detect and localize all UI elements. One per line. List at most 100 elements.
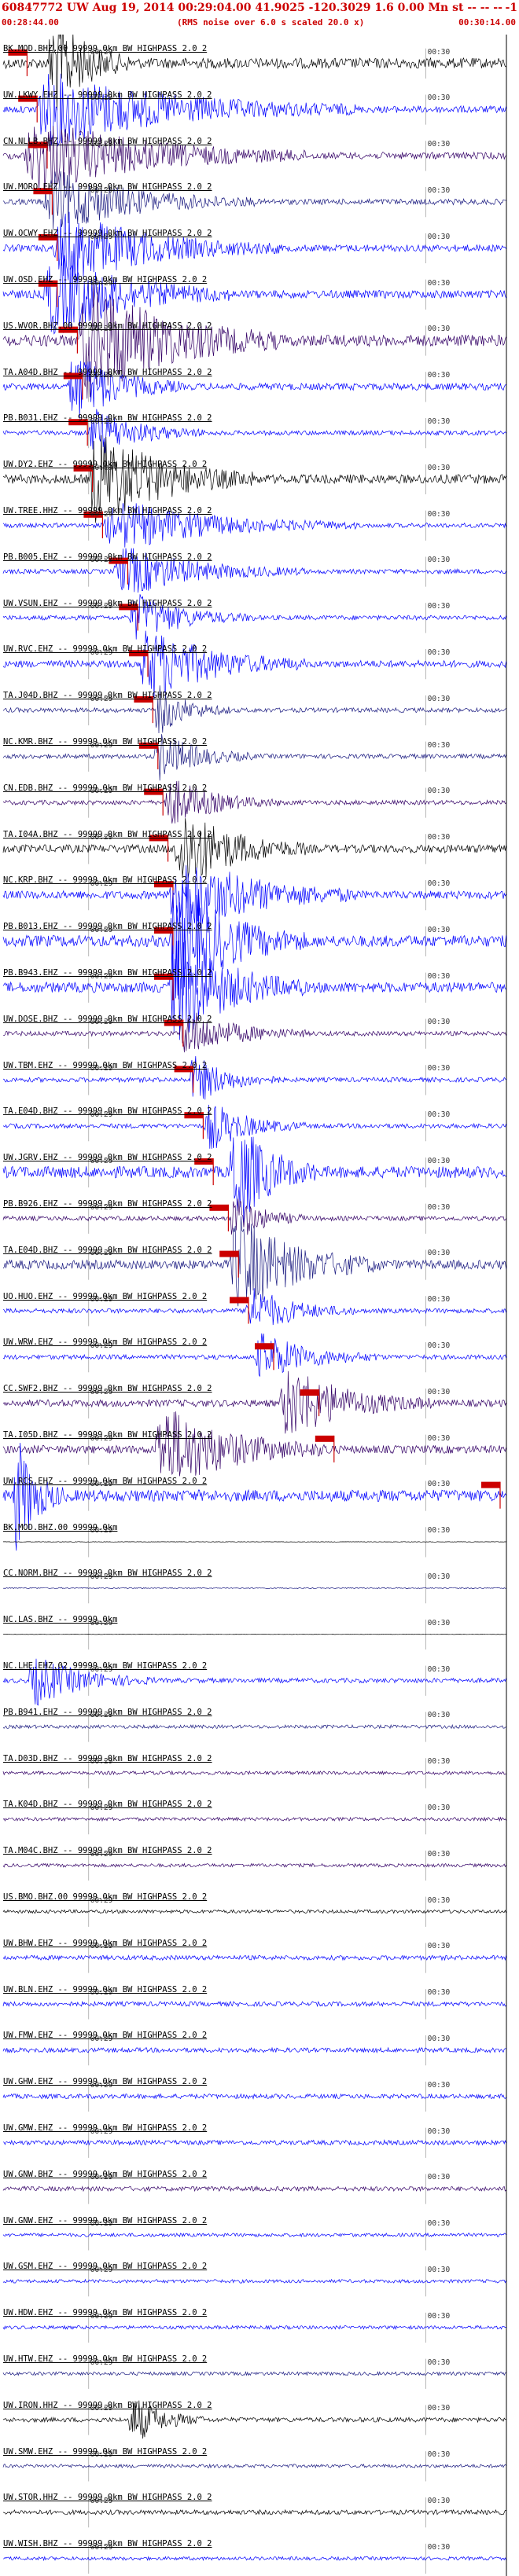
trace-label: BK.MOD.BHZ.00 99999.0km BW HIGHPASS 2.0 … [3,43,208,53]
trace-label: UW.RVC.EHZ -- 99999.0km BW HIGHPASS 2.0 … [3,644,208,655]
trace-label: UW.WISH.BHZ -- 99999.0km BW HIGHPASS 2.0… [3,2539,212,2549]
tick-label-00-30: 00:30 [427,1988,451,1998]
trace-label: UW.HDW.EHZ -- 99999.0km BW HIGHPASS 2.0 … [3,2308,208,2318]
waveform-trace [2,1634,506,1635]
trace-label: TA.E04D.BHZ -- 99999.0km BW HIGHPASS 2.0… [3,1106,212,1117]
tick-label-00-30: 00:30 [427,2542,451,2552]
tick-label-00-30: 00:30 [427,463,451,472]
trace-label: TA.M04C.BHZ -- 99999.0km BW HIGHPASS 2.0… [3,1846,212,1856]
waveform-trace [2,886,506,1000]
trace-label: UW.STOR.HHZ -- 99999.0km BW HIGHPASS 2.0… [3,2493,212,2503]
trace-label: UW.GNW.BHZ -- 99999.0km BW HIGHPASS 2.0 … [3,2169,208,2179]
waveform-trace [2,2371,506,2376]
tick-label-00-30: 00:30 [427,325,451,334]
tick-label-00-30: 00:30 [427,1064,451,1073]
waveform-trace [2,2232,506,2238]
waveform-trace [2,1411,506,1477]
trace-label: PB.B941.EHZ -- 99999.0km BW HIGHPASS 2.0… [3,1707,212,1717]
waveform-trace [2,1371,506,1434]
event-title: 60847772 UW Aug 19, 2014 00:29:04.00 41.… [2,2,502,14]
waveform-trace [2,2508,506,2515]
tick-label-00-30: 00:30 [427,879,451,889]
trace-label: UW.HTW.EHZ -- 99999.0km BW HIGHPASS 2.0 … [3,2354,208,2364]
tick-label-00-30: 00:30 [427,2173,451,2182]
tick-label-00-30: 00:30 [427,1757,451,1767]
waveform-trace [2,1770,506,1776]
tick-label-00-30: 00:30 [427,232,451,241]
trace-label: BK.MOD.BHZ.00 99999.0km [3,1522,118,1532]
tick-label-00-30: 00:30 [427,2266,451,2275]
waveform-trace [2,171,506,229]
waveform-trace [2,278,506,399]
phase-pick-marker [209,1204,229,1211]
trace-label: CN.NLLB.BHZ -- 99999.0km BW HIGHPASS 2.0… [3,136,212,146]
tick-label-00-30: 00:30 [427,1804,451,1813]
trace-label: UW.GHW.EHZ -- 99999.0km BW HIGHPASS 2.0 … [3,2077,208,2087]
trace-label: UW.BHW.EHZ -- 99999.0km BW HIGHPASS 2.0 … [3,1938,208,1948]
tick-label-00-30: 00:30 [427,1110,451,1120]
trace-label: TA.A04D.BHZ -- 99999.0km BW HIGHPASS 2.0… [3,367,212,377]
trace-label: UW.SMW.EHZ -- 99999.0km BW HIGHPASS 2.0 … [3,2446,208,2457]
trace-label: CC.SWF2.BHZ -- 99999.0km BW HIGHPASS 2.0… [3,1384,212,1394]
trace-label: PB.B031.EHZ -- 99999.0km BW HIGHPASS 2.0… [3,413,212,424]
tick-label-00-30: 00:30 [427,1572,451,1582]
tick-label-00-30: 00:30 [427,47,451,57]
trace-label: UO.HUO.EHZ -- 99999.0km BW HIGHPASS 2.0 … [3,1291,208,1301]
seismogram-plot: 00:29 00:30 BK.MOD.BHZ.00 99999.0km BW HIG… [0,35,519,2576]
waveform-trace [2,211,506,281]
waveform-trace [2,630,506,699]
tick-label-00-30: 00:30 [427,2311,451,2321]
tick-label-00-30: 00:30 [427,2035,451,2044]
trace-label: PB.B005.EHZ -- 99999.0km BW HIGHPASS 2.0… [3,552,212,562]
tick-label-00-30: 00:30 [427,509,451,519]
tick-label-00-30: 00:30 [427,2497,451,2506]
tick-label-00-30: 00:30 [427,1618,451,1627]
tick-label-00-30: 00:30 [427,1387,451,1396]
waveform-trace [2,1723,506,1730]
trace-label: UW.TREE.HHZ -- 99999.0km BW HIGHPASS 2.0… [3,505,212,516]
tick-label-00-30: 00:30 [427,1295,451,1305]
tick-label-00-30: 00:30 [427,602,451,611]
trace-label: UW.FMW.EHZ -- 99999.0km BW HIGHPASS 2.0 … [3,2031,208,2041]
plot-header: 60847772 UW Aug 19, 2014 00:29:04.00 41.… [0,0,519,35]
tick-label-00-30: 00:30 [427,1341,451,1351]
tick-label-00-30: 00:30 [427,740,451,750]
waveform-trace [2,126,506,190]
phase-pick-marker [315,1435,334,1442]
tick-label-00-30: 00:30 [427,2219,451,2229]
tick-label-00-30: 00:30 [427,1895,451,1905]
trace-label: UW.IRON.HHZ -- 99999.0km BW HIGHPASS 2.0… [3,2400,212,2410]
waveform-trace [2,1816,506,1822]
trace-label: UW.GSM.EHZ -- 99999.0km BW HIGHPASS 2.0 … [3,2262,208,2272]
trace-label: UW.OCWY.EHZ -- 99999.0km BW HIGHPASS 2.0… [3,229,212,239]
waveform-trace [2,2556,506,2562]
trace-label: US.WVOR.BHZ.00 99999.0km BW HIGHPASS 2.0… [3,321,212,331]
waveform-trace [2,1862,506,1868]
trace-label: TA.I05D.BHZ -- 99999.0km BW HIGHPASS 2.0… [3,1429,212,1440]
trace-label: UW.TBM.EHZ -- 99999.0km BW HIGHPASS 2.0 … [3,1060,208,1070]
trace-label: CN.EDB.BHZ -- 99999.0km BW HIGHPASS 2.0 … [3,783,208,793]
waveform-trace [2,818,506,879]
trace-label: PB.B926.EHZ -- 99999.0km BW HIGHPASS 2.0… [3,1198,212,1209]
end-time: 00:30:14.00 [458,17,516,28]
trace-label: UW.BLN.EHZ -- 99999.0km BW HIGHPASS 2.0 … [3,1984,208,1994]
trace-label: UW.JGRV.EHZ -- 99999.0km BW HIGHPASS 2.0… [3,1153,212,1163]
waveform-trace [2,2325,506,2330]
tick-label-00-30: 00:30 [427,1480,451,1489]
tick-label-00-30: 00:30 [427,925,451,934]
waveform-trace [2,2139,506,2146]
tick-label-00-30: 00:30 [427,1156,451,1165]
trace-label: PB.B013.EHZ -- 99999.0km BW HIGHPASS 2.0… [3,922,212,932]
phase-pick-marker [300,1389,319,1396]
waveform-trace [2,2093,506,2100]
trace-label: UW.DY2.EHZ -- 99999.0km BW HIGHPASS 2.0 … [3,460,208,470]
trace-label: CC.NORM.BHZ -- 99999.0km BW HIGHPASS 2.0… [3,1569,212,1579]
tick-label-00-30: 00:30 [427,186,451,196]
trace-label: UW.DOSE.BHZ -- 99999.0km BW HIGHPASS 2.0… [3,1014,212,1024]
tick-label-00-30: 00:30 [427,2080,451,2090]
trace-label: UW.MORO.EHZ -- 99999.0km BW HIGHPASS 2.0… [3,182,212,193]
phase-pick-marker [230,1297,248,1304]
waveform-trace [2,2000,506,2008]
waveform-trace [3,1541,506,1543]
tick-label-00-30: 00:30 [427,417,451,427]
